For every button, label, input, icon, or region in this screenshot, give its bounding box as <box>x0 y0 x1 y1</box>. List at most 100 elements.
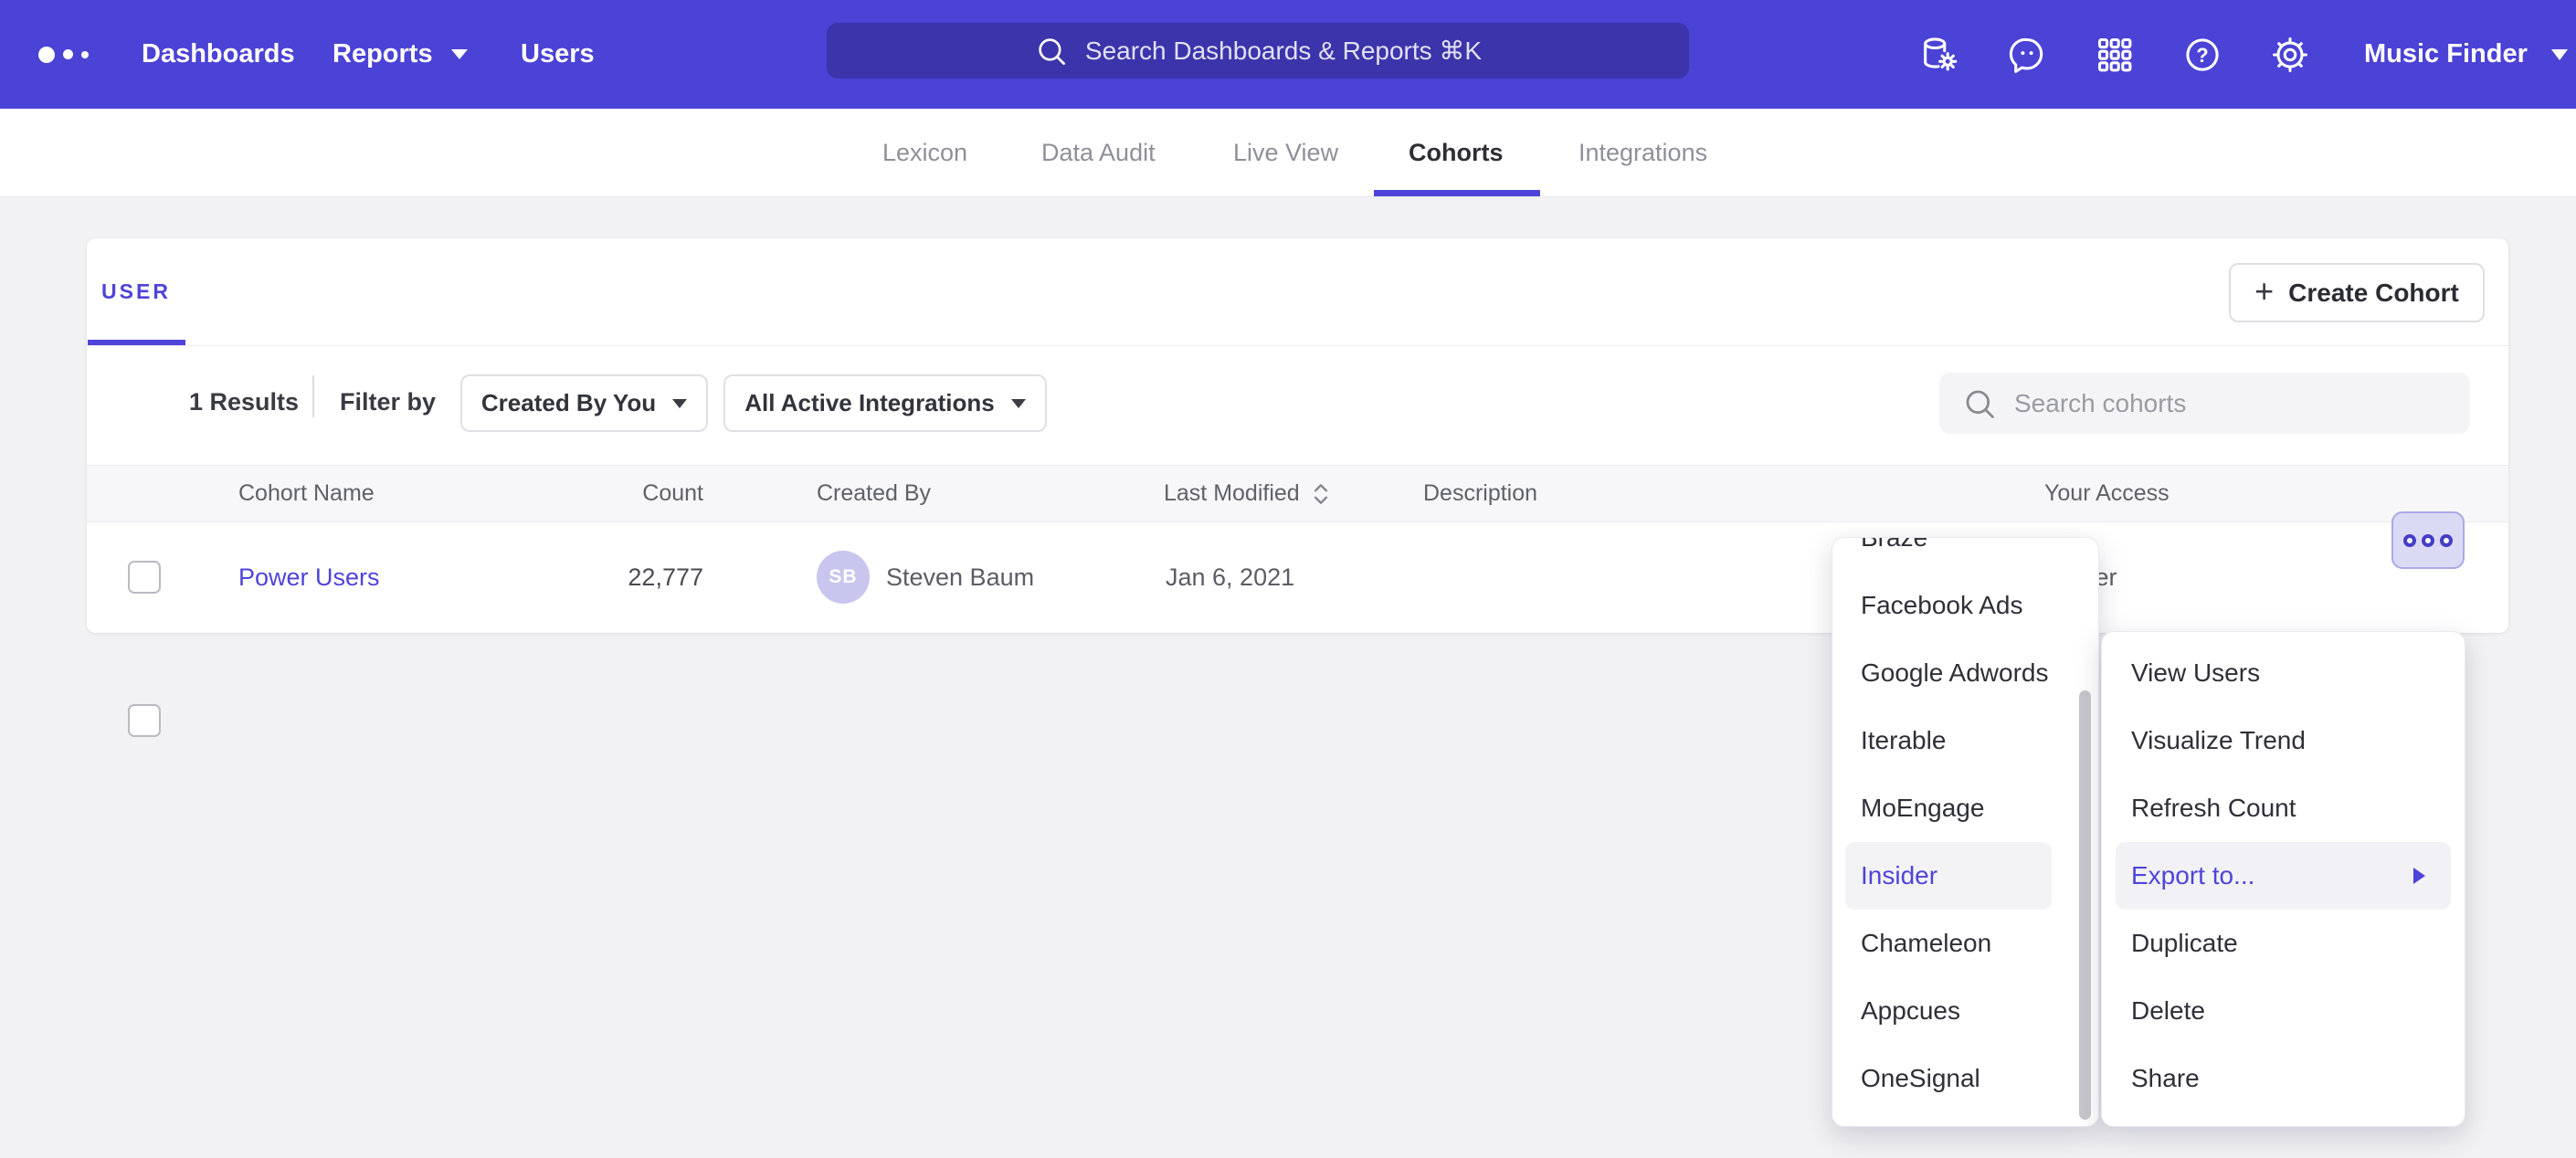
filter-by-label: Filter by <box>340 388 436 416</box>
nav-item-label: Dashboards <box>142 39 295 69</box>
tab-live-view[interactable]: Live View <box>1233 109 1338 196</box>
menu-item-share[interactable]: Share <box>2102 1045 2465 1112</box>
plus-icon: + <box>2254 272 2274 311</box>
nav-item-dashboards[interactable]: Dashboards <box>142 0 295 109</box>
cohort-name-link[interactable]: Power Users <box>238 522 380 633</box>
menu-item-google-adwords[interactable]: Google Adwords <box>1832 639 2098 707</box>
chevron-right-icon <box>2413 868 2425 884</box>
export-destinations-menu: Braze Facebook Ads Google Adwords Iterab… <box>1832 537 2099 1127</box>
results-count: 1 Results <box>189 388 299 416</box>
tab-label: Data Audit <box>1041 139 1156 167</box>
logo-dot-medium <box>63 49 73 59</box>
help-icon[interactable]: ? <box>2181 34 2223 76</box>
created-by-value: Steven Baum <box>886 522 1034 633</box>
logo-dot-small <box>81 51 89 58</box>
divider <box>312 375 314 417</box>
chevron-down-icon <box>451 49 468 59</box>
nav-item-users[interactable]: Users <box>521 0 595 109</box>
column-header-description: Description <box>1423 466 1537 521</box>
menu-item-label: Export to... <box>2131 861 2254 890</box>
menu-item-braze[interactable]: Braze <box>1832 537 2098 572</box>
tab-label: Cohorts <box>1409 139 1504 167</box>
project-switcher[interactable]: Music Finder <box>2364 0 2568 109</box>
tab-user-cohorts[interactable]: USER <box>87 238 185 345</box>
dot-icon <box>2440 534 2453 547</box>
search-icon <box>1961 385 1998 422</box>
dot-icon <box>2403 534 2416 547</box>
menu-item-moengage[interactable]: MoEngage <box>1832 774 2098 842</box>
search-icon <box>1034 34 1069 68</box>
nav-item-label: Reports <box>333 39 433 69</box>
tab-data-audit[interactable]: Data Audit <box>1041 109 1156 196</box>
divider <box>87 345 2508 346</box>
cohorts-panel: USER + Create Cohort 1 Results Filter by… <box>87 238 2508 633</box>
menu-item-refresh-count[interactable]: Refresh Count <box>2102 774 2465 842</box>
created-by-filter-label: Created By You <box>481 389 656 417</box>
tab-label: Integrations <box>1578 139 1707 167</box>
menu-item-delete[interactable]: Delete <box>2102 977 2465 1045</box>
sort-icon <box>1311 481 1331 507</box>
data-settings-icon[interactable] <box>1918 34 1960 76</box>
settings-gear-icon[interactable] <box>2269 34 2311 76</box>
section-tabbar: Lexicon Data Audit Live View Cohorts Int… <box>0 109 2576 197</box>
avatar: SB <box>817 551 870 604</box>
select-all-checkbox[interactable] <box>128 704 161 737</box>
top-navbar: Dashboards Reports Users Search Dashboar… <box>0 0 2576 109</box>
column-header-your-access: Your Access <box>2044 466 2170 521</box>
chevron-down-icon <box>1011 399 1026 408</box>
nav-item-label: Users <box>521 39 595 69</box>
created-by-filter-dropdown[interactable]: Created By You <box>460 374 708 432</box>
cohorts-page: Dashboards Reports Users Search Dashboar… <box>0 0 2576 1158</box>
tab-lexicon[interactable]: Lexicon <box>882 109 967 196</box>
navbar-icon-group: ? <box>1918 0 2311 109</box>
integrations-filter-dropdown[interactable]: All Active Integrations <box>723 374 1047 432</box>
cohort-search-placeholder: Search cohorts <box>2014 389 2186 418</box>
column-header-cohort-name: Cohort Name <box>238 466 375 521</box>
menu-item-chameleon[interactable]: Chameleon <box>1832 910 2098 977</box>
global-search-placeholder: Search Dashboards & Reports ⌘K <box>1085 36 1482 66</box>
menu-item-duplicate[interactable]: Duplicate <box>2102 910 2465 977</box>
column-header-label: Last Modified <box>1164 466 1300 521</box>
mixpanel-logo[interactable] <box>38 0 89 109</box>
menu-item-export-to[interactable]: Export to... <box>2116 842 2451 910</box>
global-search-input[interactable]: Search Dashboards & Reports ⌘K <box>827 23 1689 79</box>
menu-item-iterable[interactable]: Iterable <box>1832 707 2098 774</box>
cohort-count: 22,777 <box>521 522 703 633</box>
menu-item-facebook-ads[interactable]: Facebook Ads <box>1832 572 2098 639</box>
export-menu-list: Braze Facebook Ads Google Adwords Iterab… <box>1832 537 2098 1112</box>
feedback-icon[interactable] <box>2006 34 2048 76</box>
user-tab-label: USER <box>101 279 171 304</box>
active-tab-indicator <box>1374 190 1540 196</box>
tab-label: Lexicon <box>882 139 967 167</box>
menu-item-onesignal[interactable]: OneSignal <box>1832 1045 2098 1112</box>
last-modified-value: Jan 6, 2021 <box>1166 522 1294 633</box>
chevron-down-icon <box>2551 49 2568 60</box>
row-actions-menu: View Users Visualize Trend Refresh Count… <box>2101 631 2465 1127</box>
create-cohort-button[interactable]: + Create Cohort <box>2229 263 2485 322</box>
logo-dot-large <box>38 47 55 63</box>
dot-icon <box>2422 534 2434 547</box>
column-header-last-modified[interactable]: Last Modified <box>1164 466 1331 521</box>
row-checkbox[interactable] <box>128 561 161 594</box>
menu-item-insider[interactable]: Insider <box>1845 842 2052 910</box>
apps-grid-icon[interactable] <box>2094 34 2136 76</box>
tab-cohorts[interactable]: Cohorts <box>1409 109 1504 196</box>
help-glyph: ? <box>2196 44 2208 67</box>
menu-item-visualize-trend[interactable]: Visualize Trend <box>2102 707 2465 774</box>
row-more-actions-button[interactable] <box>2391 511 2465 569</box>
tab-integrations[interactable]: Integrations <box>1578 109 1707 196</box>
integrations-filter-label: All Active Integrations <box>744 389 995 417</box>
cohort-search-input[interactable]: Search cohorts <box>1939 373 2470 434</box>
tab-label: Live View <box>1233 139 1338 167</box>
menu-item-view-users[interactable]: View Users <box>2102 639 2465 707</box>
nav-item-reports[interactable]: Reports <box>333 0 468 109</box>
menu-item-appcues[interactable]: Appcues <box>1832 977 2098 1045</box>
create-cohort-label: Create Cohort <box>2288 279 2459 308</box>
table-row: Power Users 22,777 SB Steven Baum Jan 6,… <box>87 522 2508 633</box>
column-header-created-by: Created By <box>817 466 931 521</box>
table-header-row: Cohort Name Count Created By Last Modifi… <box>87 465 2508 522</box>
column-header-count: Count <box>521 466 703 521</box>
chevron-down-icon <box>672 399 687 408</box>
project-name: Music Finder <box>2364 39 2528 69</box>
menu-scrollbar[interactable] <box>2079 690 2091 1120</box>
